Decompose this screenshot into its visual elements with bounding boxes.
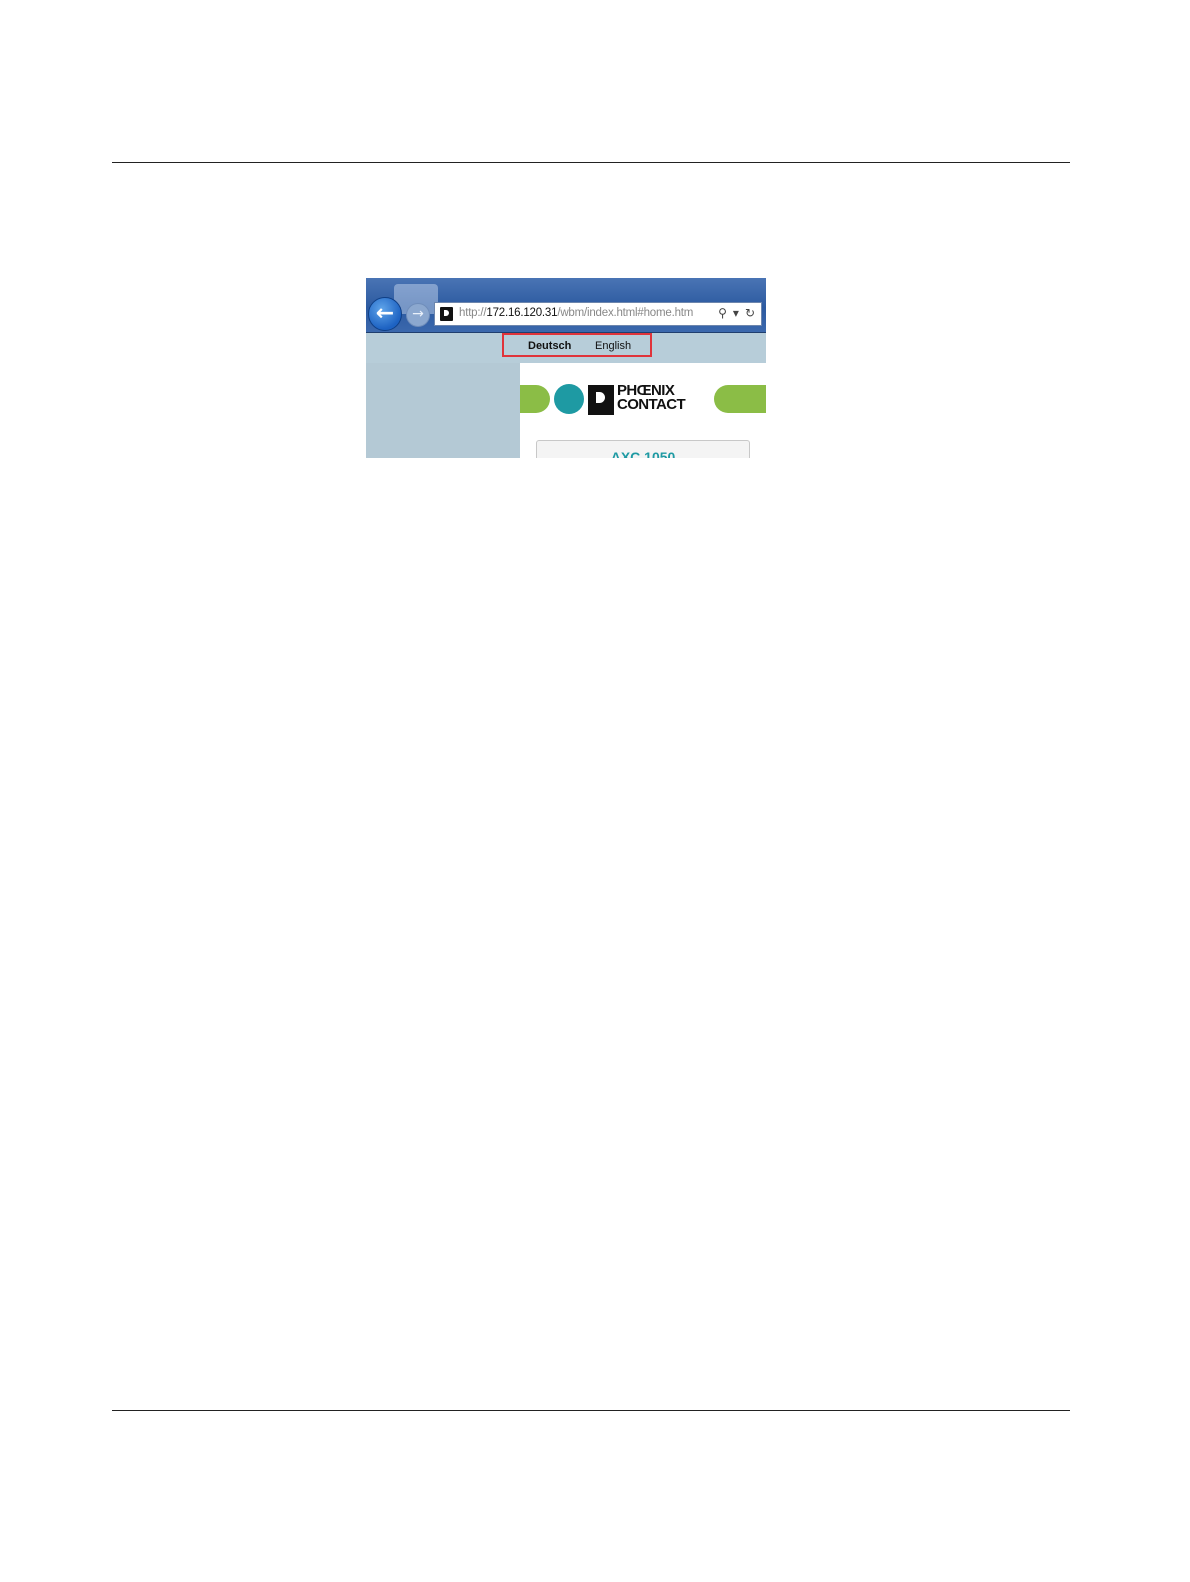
url-host: 172.16.120.31 — [486, 307, 558, 319]
language-link-english[interactable]: English — [595, 340, 631, 352]
site-favicon-icon — [440, 307, 453, 321]
url-path: /wbm/index.html#home.htm — [557, 307, 694, 319]
header-rule — [112, 162, 1070, 163]
refresh-icon[interactable]: ↻ — [745, 306, 755, 320]
address-tools: ⚲ ▾ ↻ — [712, 306, 755, 320]
phoenix-logo-icon — [588, 385, 614, 415]
brand-pill-right — [714, 385, 766, 413]
browser-toolbar: ← → http://172.16.120.31/wbm/index.html#… — [366, 278, 766, 333]
language-selector-highlight: Deutsch English — [502, 333, 652, 357]
product-card: AXC 1050 — [536, 440, 750, 458]
logo-line-2: CONTACT — [617, 396, 686, 413]
back-button[interactable]: ← — [368, 297, 402, 331]
forward-button[interactable]: → — [406, 303, 430, 327]
brand-dot — [554, 384, 584, 414]
brand-pill-left — [520, 385, 550, 413]
main-content: PHŒNIX CONTACT AXC 1050 — [520, 363, 766, 458]
search-icon[interactable]: ⚲ — [718, 306, 727, 320]
phoenix-contact-logo: PHŒNIX CONTACT — [617, 383, 686, 413]
navigation-panel — [366, 363, 520, 458]
address-url[interactable]: http://172.16.120.31/wbm/index.html#home… — [459, 307, 711, 319]
product-name: AXC 1050 — [610, 449, 676, 458]
language-link-deutsch[interactable]: Deutsch — [528, 340, 571, 352]
address-bar[interactable]: http://172.16.120.31/wbm/index.html#home… — [434, 302, 762, 326]
footer-rule — [112, 1410, 1070, 1411]
browser-screenshot: ← → http://172.16.120.31/wbm/index.html#… — [366, 278, 766, 458]
url-prefix: http:// — [459, 307, 487, 319]
dropdown-icon[interactable]: ▾ — [733, 306, 739, 320]
